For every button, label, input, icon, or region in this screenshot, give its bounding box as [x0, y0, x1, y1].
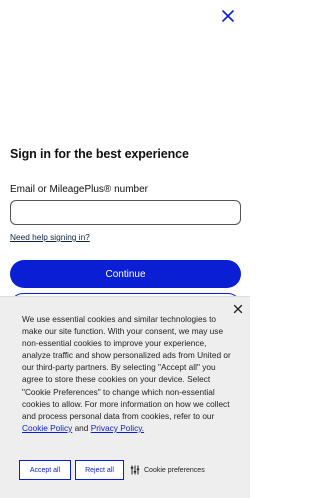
cookie-preferences-label: Cookie preferences — [144, 466, 205, 474]
cookie-preferences-button[interactable]: Cookie preferences — [130, 465, 205, 475]
close-icon — [222, 10, 234, 22]
page-title: Sign in for the best experience — [10, 147, 189, 161]
cookie-notice-text: We use essential cookies and similar tec… — [22, 313, 232, 434]
cookie-actions: Accept all Reject all Cookie preferences — [19, 460, 205, 480]
account-input[interactable] — [10, 200, 241, 225]
account-field-label: Email or MileagePlus® number — [10, 184, 148, 195]
privacy-policy-link[interactable]: Privacy Policy. — [91, 423, 144, 433]
close-button[interactable] — [220, 8, 236, 24]
cookie-notice-and: and — [72, 422, 91, 433]
help-signing-in-link[interactable]: Need help signing in? — [10, 232, 90, 242]
continue-button[interactable]: Continue — [10, 260, 241, 288]
cookie-policy-link[interactable]: Cookie Policy — [22, 423, 72, 433]
cookie-banner: We use essential cookies and similar tec… — [0, 296, 250, 498]
sliders-icon — [130, 465, 140, 475]
cookie-notice-body: We use essential cookies and similar tec… — [22, 314, 231, 421]
reject-all-button[interactable]: Reject all — [75, 460, 124, 480]
close-icon — [233, 304, 243, 314]
cookie-close-button[interactable] — [233, 304, 243, 314]
accept-all-button[interactable]: Accept all — [19, 460, 71, 480]
